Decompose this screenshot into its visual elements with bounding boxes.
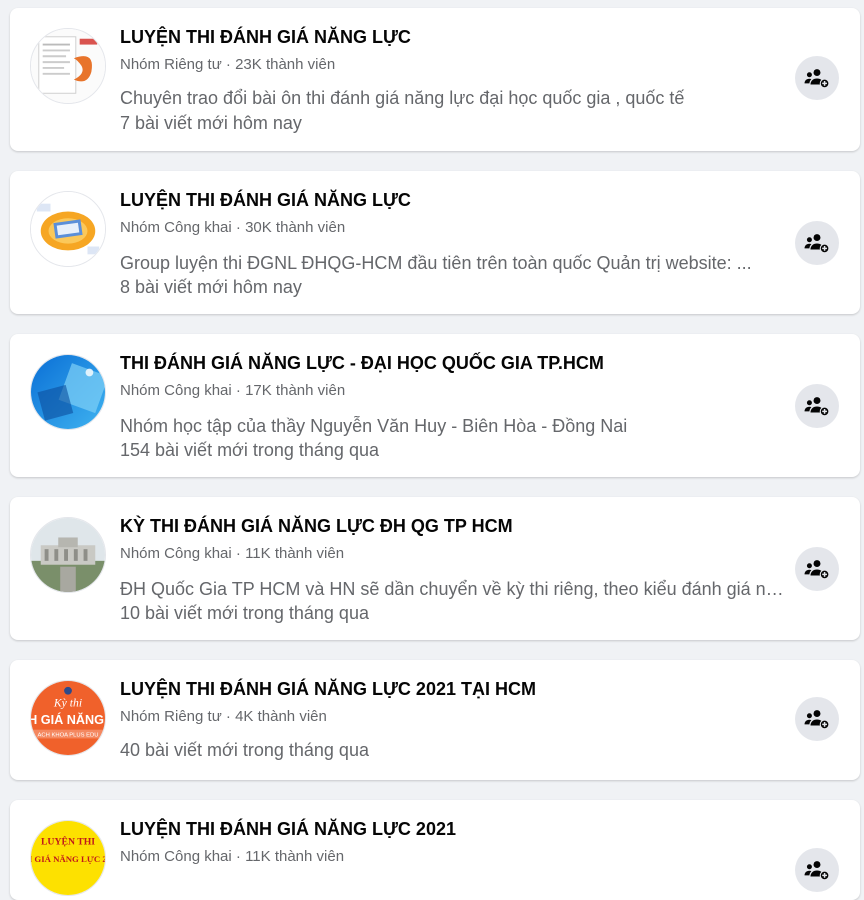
group-title[interactable]: THI ĐÁNH GIÁ NĂNG LỰC - ĐẠI HỌC QUỐC GIA… — [120, 353, 604, 374]
meta-separator: · — [231, 382, 246, 399]
meta-separator: · — [231, 219, 246, 236]
group-join-icon — [804, 861, 830, 881]
meta-separator: · — [221, 708, 236, 725]
document-avatar-icon — [31, 29, 105, 103]
blue-abstract-avatar-icon — [31, 355, 105, 429]
group-title[interactable]: LUYỆN THI ĐÁNH GIÁ NĂNG LỰC — [120, 190, 411, 211]
join-group-button[interactable] — [795, 547, 839, 591]
group-card[interactable]: Kỳ thi H GIÁ NĂNG ACH KHOA PLUS EDU LUYỆ… — [10, 660, 860, 780]
group-card[interactable]: KỲ THI ĐÁNH GIÁ NĂNG LỰC ĐH QG TP HCM Nh… — [10, 497, 860, 640]
meta-separator: · — [221, 56, 236, 73]
group-meta: Nhóm Riêng tư · 23K thành viên — [120, 56, 335, 73]
group-join-icon — [804, 234, 830, 254]
group-description: Chuyên trao đổi bài ôn thi đánh giá năng… — [120, 88, 685, 108]
group-meta: Nhóm Công khai · 30K thành viên — [120, 219, 345, 236]
group-members: 23K thành viên — [235, 56, 336, 73]
group-join-icon — [804, 69, 830, 89]
group-members: 4K thành viên — [235, 708, 327, 725]
group-description: Group luyện thi ĐGNL ĐHQG-HCM đầu tiên t… — [120, 253, 752, 273]
book-avatar-icon — [31, 192, 105, 266]
group-description: Nhóm học tập của thầy Nguyễn Văn Huy - B… — [120, 416, 628, 436]
group-description: ĐH Quốc Gia TP HCM và HN sẽ dần chuyển v… — [120, 579, 790, 599]
join-group-button[interactable] — [795, 56, 839, 100]
avatar-text: ACH KHOA PLUS EDU — [38, 733, 99, 739]
group-privacy: Nhóm Riêng tư — [120, 708, 222, 725]
group-avatar[interactable] — [30, 28, 106, 104]
avatar-text: H GIÁ NĂNG — [31, 712, 104, 727]
group-avatar[interactable] — [30, 354, 106, 430]
join-group-button[interactable] — [795, 697, 839, 741]
group-card[interactable]: LUYỆN THI H GIÁ NĂNG LỰC 2 LUYỆN THI ĐÁN… — [10, 800, 860, 900]
group-title[interactable]: LUYỆN THI ĐÁNH GIÁ NĂNG LỰC — [120, 27, 411, 48]
group-members: 30K thành viên — [245, 219, 346, 236]
group-card[interactable]: LUYỆN THI ĐÁNH GIÁ NĂNG LỰC Nhóm Công kh… — [10, 171, 860, 314]
group-members: 11K thành viên — [245, 545, 345, 562]
avatar-text: H GIÁ NĂNG LỰC 2 — [31, 854, 105, 864]
join-group-button[interactable] — [795, 221, 839, 265]
group-privacy: Nhóm Công khai — [120, 219, 232, 236]
group-card[interactable]: THI ĐÁNH GIÁ NĂNG LỰC - ĐẠI HỌC QUỐC GIA… — [10, 334, 860, 477]
group-title[interactable]: LUYỆN THI ĐÁNH GIÁ NĂNG LỰC 2021 — [120, 819, 456, 840]
group-privacy: Nhóm Công khai — [120, 382, 232, 399]
group-join-icon — [804, 710, 830, 730]
group-privacy: Nhóm Công khai — [120, 545, 232, 562]
avatar-text: LUYỆN THI — [41, 834, 95, 847]
group-avatar[interactable]: LUYỆN THI H GIÁ NĂNG LỰC 2 — [30, 820, 106, 896]
avatar-text: Kỳ thi — [53, 696, 82, 709]
group-privacy: Nhóm Riêng tư — [120, 56, 222, 73]
join-group-button[interactable] — [795, 848, 839, 892]
group-activity: 40 bài viết mới trong tháng qua — [120, 740, 369, 760]
group-meta: Nhóm Công khai · 11K thành viên — [120, 545, 344, 562]
group-activity: 10 bài viết mới trong tháng qua — [120, 603, 369, 623]
orange-logo-avatar-icon: Kỳ thi H GIÁ NĂNG ACH KHOA PLUS EDU — [31, 681, 105, 755]
group-meta: Nhóm Công khai · 11K thành viên — [120, 848, 344, 865]
group-avatar[interactable] — [30, 191, 106, 267]
join-group-button[interactable] — [795, 384, 839, 428]
group-title[interactable]: KỲ THI ĐÁNH GIÁ NĂNG LỰC ĐH QG TP HCM — [120, 516, 513, 537]
group-join-icon — [804, 560, 830, 580]
group-title[interactable]: LUYỆN THI ĐÁNH GIÁ NĂNG LỰC 2021 TẠI HCM — [120, 679, 536, 700]
yellow-logo-avatar-icon: LUYỆN THI H GIÁ NĂNG LỰC 2 — [31, 821, 105, 895]
group-join-icon — [804, 397, 830, 417]
group-privacy: Nhóm Công khai — [120, 848, 232, 865]
group-activity: 7 bài viết mới hôm nay — [120, 113, 302, 133]
group-meta: Nhóm Công khai · 17K thành viên — [120, 382, 345, 399]
group-avatar[interactable]: Kỳ thi H GIÁ NĂNG ACH KHOA PLUS EDU — [30, 680, 106, 756]
group-members: 11K thành viên — [245, 848, 345, 865]
group-activity: 154 bài viết mới trong tháng qua — [120, 440, 379, 460]
meta-separator: · — [231, 545, 246, 562]
group-members: 17K thành viên — [245, 382, 346, 399]
meta-separator: · — [231, 848, 246, 865]
group-card[interactable]: LUYỆN THI ĐÁNH GIÁ NĂNG LỰC Nhóm Riêng t… — [10, 8, 860, 151]
group-activity: 8 bài viết mới hôm nay — [120, 277, 302, 297]
group-meta: Nhóm Riêng tư · 4K thành viên — [120, 708, 327, 725]
campus-avatar-icon — [31, 518, 105, 592]
group-avatar[interactable] — [30, 517, 106, 593]
